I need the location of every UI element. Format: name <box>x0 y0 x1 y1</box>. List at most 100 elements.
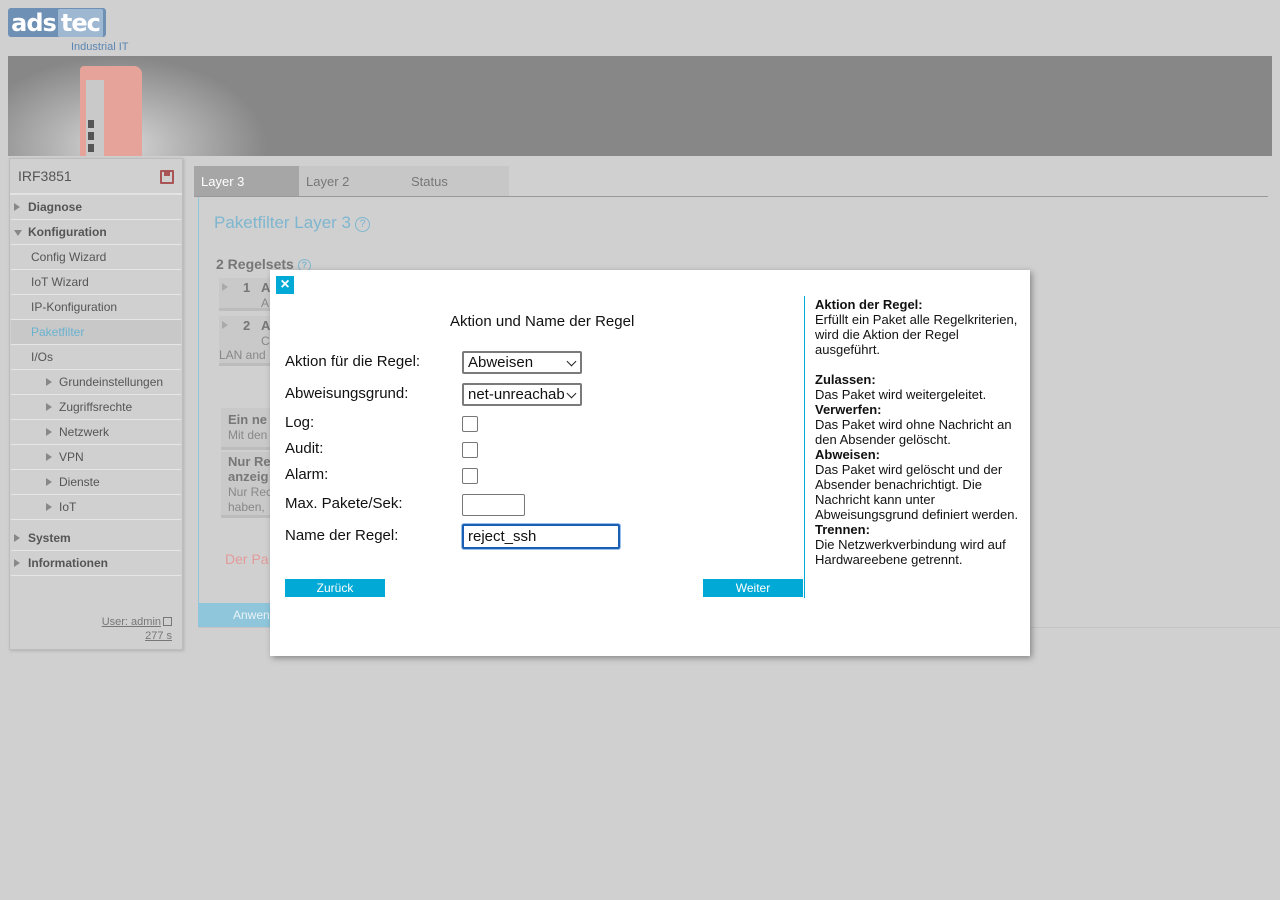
dialog-divider <box>804 296 805 598</box>
sidebar-item-label: IP-Konfiguration <box>31 300 118 314</box>
maxpackets-label: Max. Pakete/Sek: <box>285 495 403 512</box>
logo-subtitle: Industrial IT <box>71 41 129 53</box>
audit-checkbox[interactable] <box>462 442 478 458</box>
log-label: Log: <box>285 414 315 431</box>
adstec-logo: ads tec <box>8 8 106 37</box>
help-heading: Abweisen: <box>815 447 881 462</box>
chevron-right-icon <box>14 203 20 211</box>
sidebar-item-label: IoT Wizard <box>31 275 89 289</box>
sidebar-item-label: Konfiguration <box>28 225 107 239</box>
info-head: Ein ne <box>228 412 268 427</box>
back-button[interactable]: Zurück <box>285 579 385 597</box>
expand-icon[interactable] <box>222 283 228 291</box>
tab-layer-2[interactable]: Layer 2 <box>299 166 404 196</box>
content-border <box>198 197 199 605</box>
sidebar-nav: Diagnose Konfiguration Config Wizard IoT Wi… <box>10 195 182 576</box>
chevron-down-icon <box>566 388 577 399</box>
info-head: anzeig <box>228 469 269 484</box>
sidebar-item-label: Netzwerk <box>59 425 110 439</box>
audit-label: Audit: <box>285 440 324 457</box>
reason-select[interactable]: net-unreachable <box>462 383 582 406</box>
sidebar-item-dienste[interactable]: Dienste <box>11 470 181 495</box>
sidebar-item-label: Config Wizard <box>31 250 107 264</box>
sidebar-item-netzwerk[interactable]: Netzwerk <box>11 420 181 445</box>
sidebar-item-zugriffsrechte[interactable]: Zugriffsrechte <box>11 395 181 420</box>
reason-label: Abweisungsgrund: <box>285 385 409 402</box>
sidebar: IRF3851 Diagnose Konfiguration Config Wiza… <box>9 158 183 650</box>
chevron-right-icon <box>46 428 52 436</box>
next-button[interactable]: Weiter <box>703 579 803 597</box>
sidebar-item-config-wizard[interactable]: Config Wizard <box>11 245 181 270</box>
sidebar-item-iot-wizard[interactable]: IoT Wizard <box>11 270 181 295</box>
warning-text: Der Pa <box>225 551 269 567</box>
ruleset-head: A <box>261 280 271 295</box>
info-sub: Nur Rec <box>228 485 273 499</box>
action-label: Aktion für die Regel: <box>285 353 421 370</box>
ruleset-num: 2 <box>243 318 251 333</box>
tab-status[interactable]: Status <box>404 166 509 196</box>
logout-icon[interactable] <box>163 617 172 626</box>
help-icon[interactable]: ? <box>355 217 371 232</box>
info-head: Nur Re <box>228 454 271 469</box>
sidebar-item-label: I/Os <box>31 350 54 364</box>
tab-underline <box>194 196 1268 197</box>
sidebar-item-diagnose[interactable]: Diagnose <box>11 195 181 220</box>
chevron-right-icon <box>46 378 52 386</box>
sidebar-item-label: Diagnose <box>28 200 83 214</box>
device-panel <box>86 80 104 156</box>
tab-layer-3[interactable]: Layer 3 <box>194 166 299 196</box>
maxpackets-input[interactable] <box>462 494 525 516</box>
chevron-right-icon <box>46 478 52 486</box>
sidebar-item-label: Zugriffsrechte <box>59 400 133 414</box>
save-config-icon[interactable] <box>160 170 174 184</box>
ruleset-sub: C <box>261 334 270 348</box>
page-title-text: Paketfilter Layer 3 <box>214 213 352 232</box>
reason-value: net-unreachable <box>468 386 564 403</box>
rule-name-label: Name der Regel: <box>285 527 399 544</box>
logo-tec-text: tec <box>57 8 103 37</box>
dialog-title: Aktion und Name der Regel <box>450 313 635 330</box>
sidebar-item-label: Informationen <box>28 556 108 570</box>
ruleset-head: A <box>261 318 271 333</box>
sidebar-item-vpn[interactable]: VPN <box>11 445 181 470</box>
sidebar-item-label: Paketfilter <box>31 325 85 339</box>
device-image <box>80 66 142 156</box>
sidebar-item-system[interactable]: System <box>11 526 181 551</box>
help-heading: Zulassen: <box>815 372 876 387</box>
sidebar-item-konfiguration[interactable]: Konfiguration <box>11 220 181 245</box>
layer-tabs: Layer 3 Layer 2 Status <box>194 166 509 196</box>
help-text: Das Paket wird weitergeleitet. <box>815 387 987 402</box>
help-heading: Trennen: <box>815 522 870 537</box>
user-label[interactable]: User: admin <box>102 616 161 628</box>
info-sub: haben, <box>228 500 265 514</box>
help-heading: Aktion der Regel: <box>815 297 923 312</box>
sidebar-item-ip-konfiguration[interactable]: IP-Konfiguration <box>11 295 181 320</box>
help-text: Die Netzwerkverbindung wird auf Hardware… <box>815 537 1006 567</box>
sidebar-item-label: Grundeinstellungen <box>59 375 164 389</box>
chevron-right-icon <box>14 559 20 567</box>
rule-name-input[interactable]: reject_ssh <box>462 524 620 549</box>
sidebar-item-paketfilter[interactable]: Paketfilter <box>11 320 181 345</box>
ruleset-sub: A <box>261 296 270 310</box>
session-timer: 277 s <box>145 630 172 642</box>
log-checkbox[interactable] <box>462 416 478 432</box>
sidebar-item-iot[interactable]: IoT <box>11 495 181 520</box>
user-info[interactable]: User: admin 277 s <box>102 615 172 643</box>
expand-icon[interactable] <box>222 321 228 329</box>
action-value: Abweisen <box>468 354 534 371</box>
help-text: Das Paket wird gelöscht und der Absender… <box>815 462 1019 522</box>
device-name: IRF3851 <box>10 159 182 195</box>
chevron-right-icon <box>46 403 52 411</box>
header-banner <box>8 56 1272 156</box>
help-panel: Aktion der Regel: Erfüllt ein Paket alle… <box>815 297 1020 567</box>
action-select[interactable]: Abweisen <box>462 351 582 374</box>
chevron-right-icon <box>14 534 20 542</box>
alarm-checkbox[interactable] <box>462 468 478 484</box>
page-title: Paketfilter Layer 3? <box>214 213 371 233</box>
sidebar-item-label: VPN <box>59 450 84 464</box>
sidebar-item-informationen[interactable]: Informationen <box>11 551 181 576</box>
close-icon[interactable]: × <box>276 276 294 294</box>
sidebar-item-i-os[interactable]: I/Os <box>11 345 181 370</box>
sidebar-item-label: Dienste <box>59 475 100 489</box>
sidebar-item-grundeinstellungen[interactable]: Grundeinstellungen <box>11 370 181 395</box>
